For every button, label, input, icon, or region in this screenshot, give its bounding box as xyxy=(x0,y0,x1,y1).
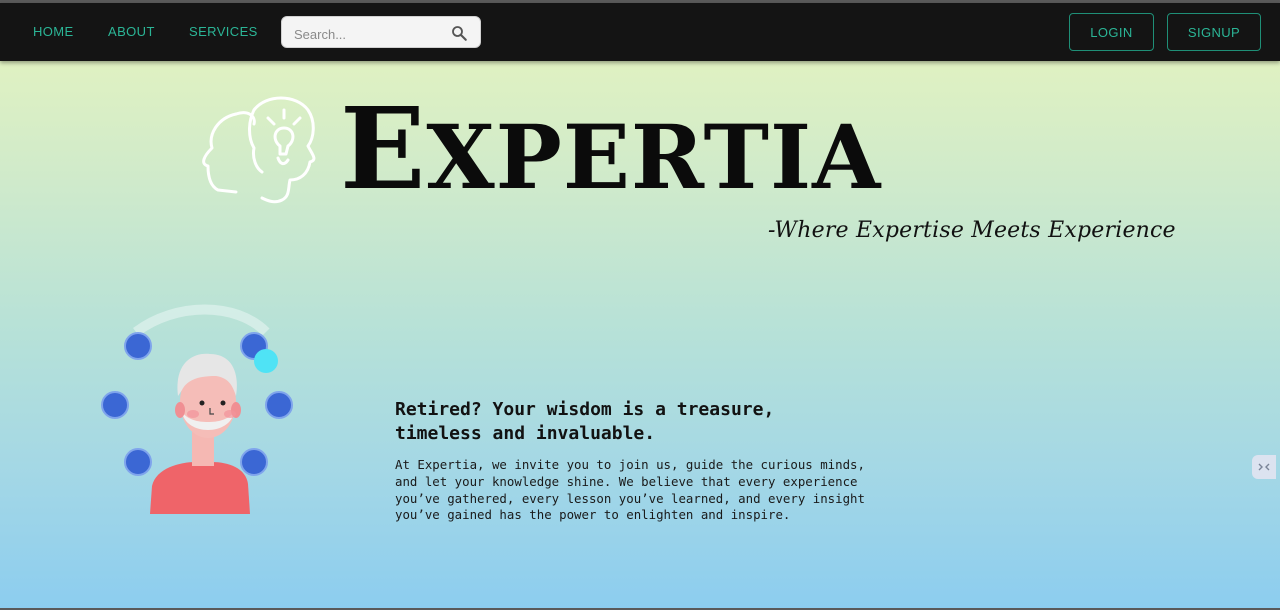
orbit-dot xyxy=(124,448,152,476)
brand-title-rest: XPERTIA xyxy=(426,105,882,209)
brand-title: EXPERTIA xyxy=(340,80,881,227)
chat-widget-button[interactable] xyxy=(1252,455,1276,479)
highlight-dot xyxy=(254,349,278,373)
chat-widget-icon xyxy=(1258,463,1270,471)
elderly-man-illustration xyxy=(101,304,293,514)
intro-body: At Expertia, we invite you to join us, g… xyxy=(395,457,865,523)
cheek xyxy=(187,410,199,418)
login-button[interactable]: LOGIN xyxy=(1069,13,1154,51)
eye xyxy=(220,400,226,406)
signup-button[interactable]: SIGNUP xyxy=(1167,13,1261,51)
search-icon[interactable] xyxy=(450,24,468,42)
nav-about-link[interactable]: ABOUT xyxy=(108,24,155,39)
shirt xyxy=(150,462,250,514)
brand-title-initial: E xyxy=(340,84,427,215)
head-lightbulb-logo-icon xyxy=(202,96,316,204)
eye xyxy=(199,400,205,406)
brand-tagline: -Where Expertise Meets Experience xyxy=(768,218,1176,243)
search-box xyxy=(281,16,481,48)
nav-home-link[interactable]: HOME xyxy=(33,24,74,39)
top-navbar: HOME ABOUT SERVICES LOGIN SIGNUP xyxy=(0,3,1280,61)
cheek xyxy=(224,410,236,418)
orbit-dot xyxy=(240,448,268,476)
ear xyxy=(175,402,185,418)
nav-services-link[interactable]: SERVICES xyxy=(189,24,258,39)
search-input[interactable] xyxy=(292,23,446,45)
intro-headline: Retired? Your wisdom is a treasure, time… xyxy=(395,399,775,444)
orbit-dot xyxy=(124,332,152,360)
orbit-dot xyxy=(265,391,293,419)
orbit-dot xyxy=(101,391,129,419)
